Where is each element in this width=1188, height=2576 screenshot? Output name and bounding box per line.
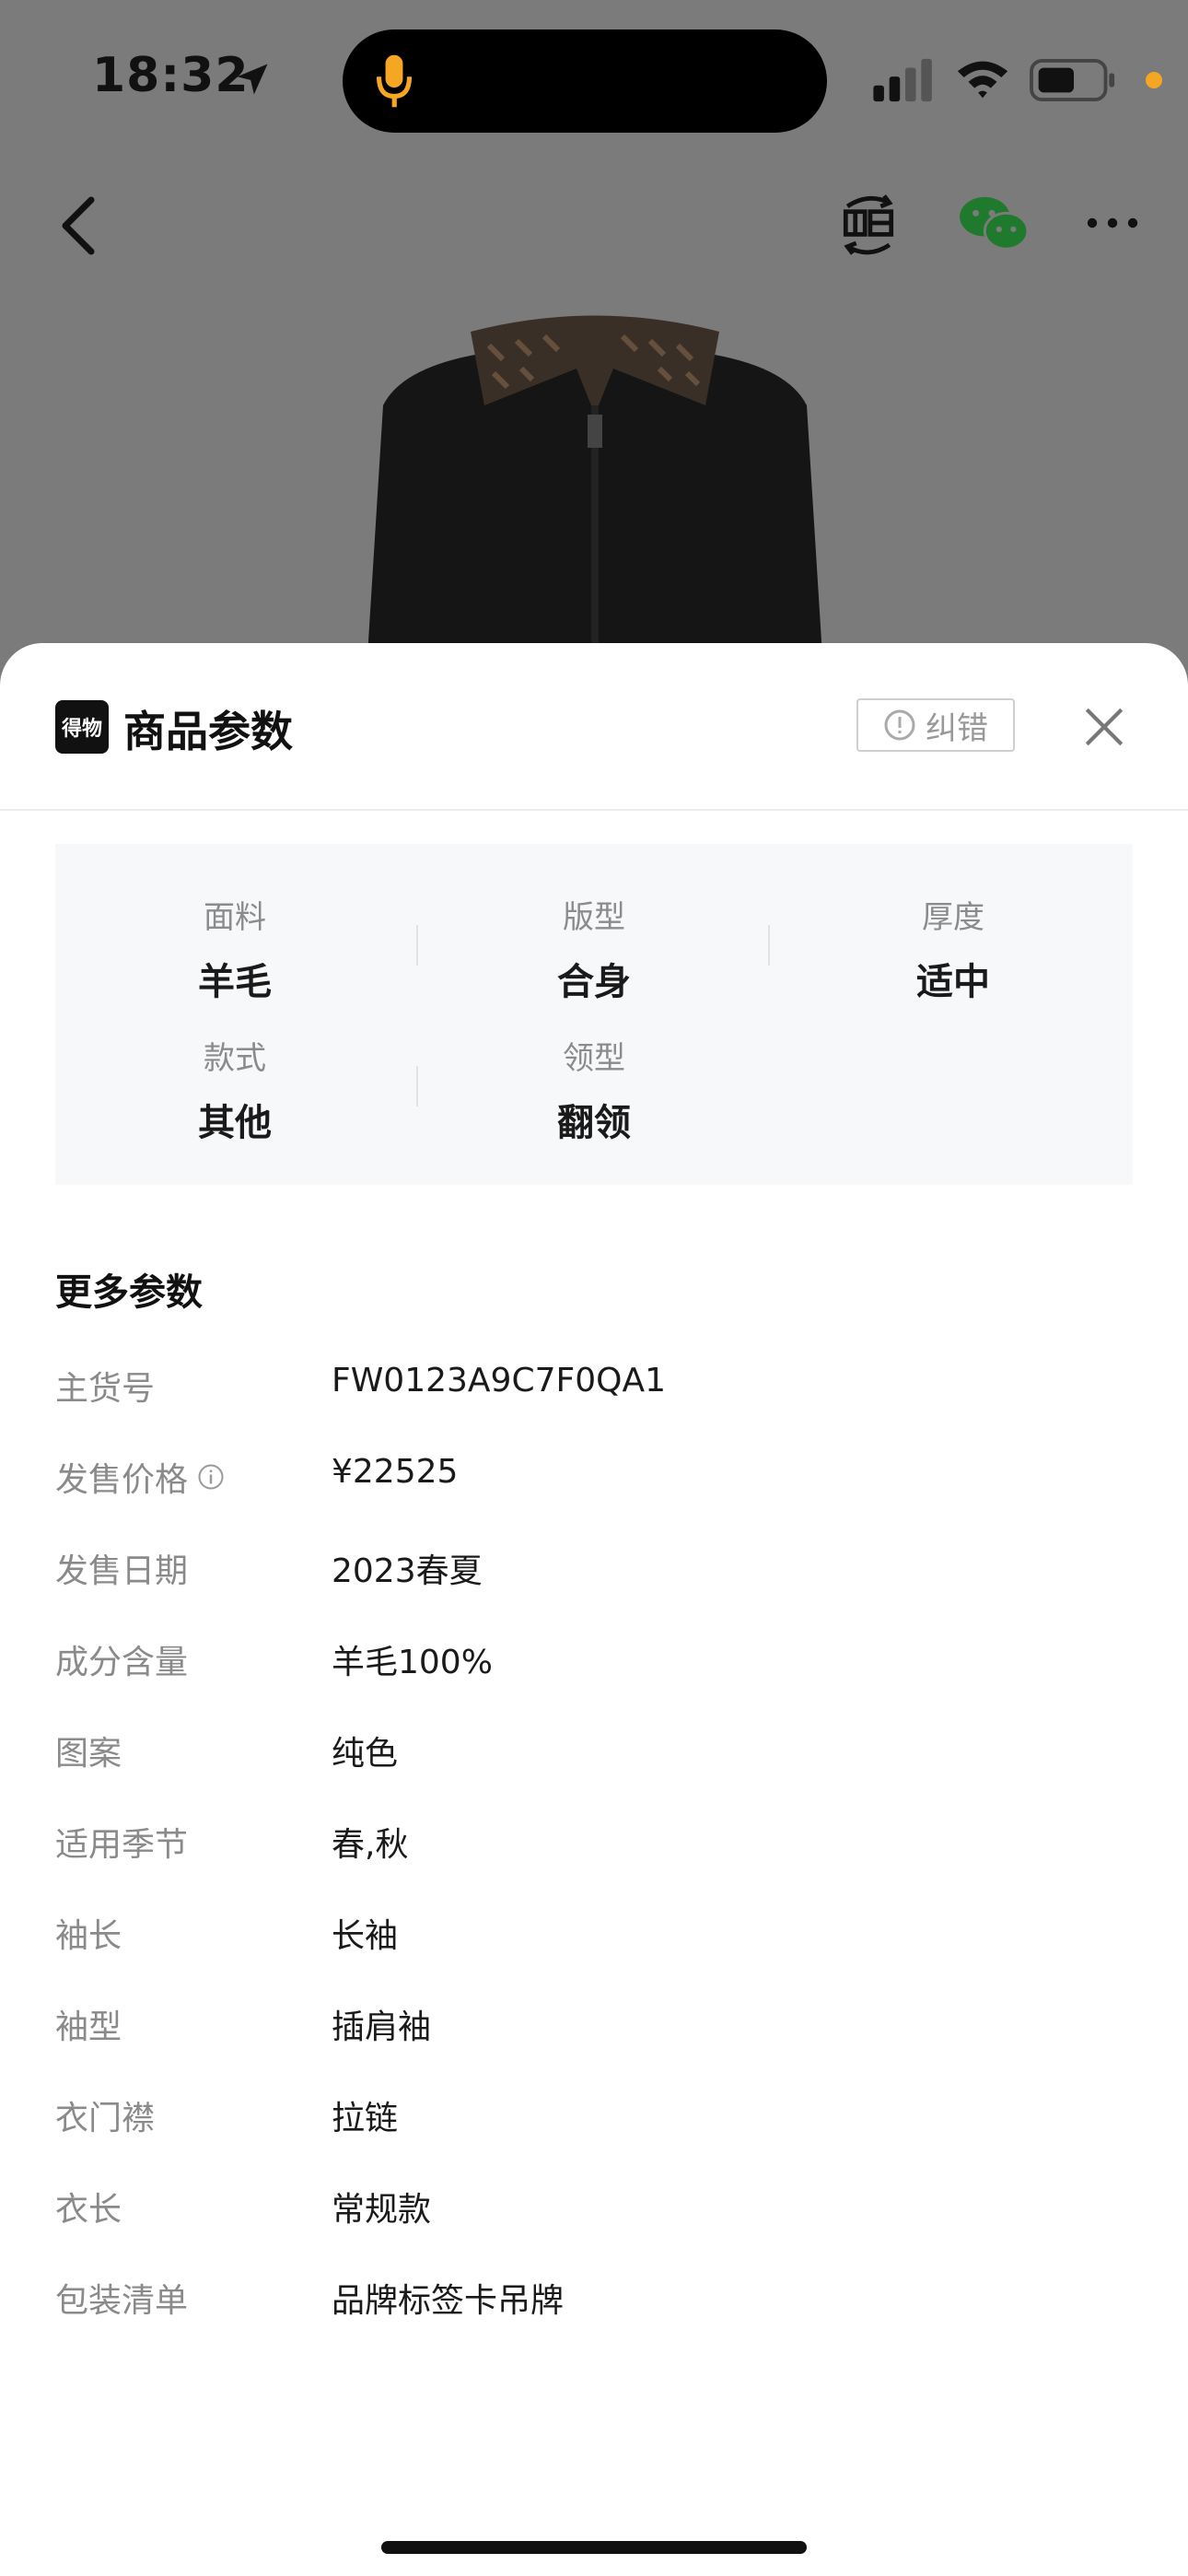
param-label: 包装清单	[55, 2274, 188, 2322]
param-row: 成分含量 羊毛100%	[55, 1635, 1133, 1691]
sheet-title: 商品参数	[123, 707, 293, 756]
battery-icon	[1030, 59, 1115, 101]
back-chevron-icon[interactable]	[55, 193, 101, 258]
spec-collar: 领型 翻领	[414, 1033, 774, 1146]
location-arrow-icon	[237, 64, 268, 95]
param-label: 袖型	[55, 2000, 122, 2048]
product-jacket-image	[365, 315, 825, 700]
home-indicator[interactable]	[381, 2541, 807, 2554]
brand-logo-text: 得物	[61, 718, 102, 741]
spec-fit: 版型 合身	[414, 892, 774, 1005]
param-label-text: 发售价格	[55, 1461, 189, 1499]
param-label-text: 袖型	[55, 2008, 122, 2046]
param-value: 插肩袖	[332, 2008, 432, 2046]
status-bar: 18:32	[0, 0, 1188, 157]
param-label: 发售日期	[55, 1544, 188, 1592]
alert-circle-icon	[884, 709, 915, 741]
param-value: ¥22525	[332, 1453, 459, 1491]
product-params-sheet: 得物 商品参数 纠错 面料 羊毛 版型 合身 厚度 适中 款式 其他 领型 翻领…	[0, 643, 1188, 2576]
param-value: 品牌标签卡吊牌	[332, 2282, 565, 2320]
param-value: 纯色	[332, 1735, 399, 1773]
close-icon[interactable]	[1081, 704, 1127, 750]
spec-divider	[768, 925, 770, 966]
param-label-text: 主货号	[55, 1370, 156, 1408]
microphone-icon	[376, 54, 413, 108]
spec-value: 翻领	[557, 1102, 631, 1144]
param-label-text: 衣门襟	[55, 2100, 156, 2137]
report-error-button[interactable]: 纠错	[856, 698, 1015, 752]
cellular-signal-icon	[873, 58, 932, 102]
param-label-text: 衣长	[55, 2191, 122, 2229]
param-label: 衣门襟	[55, 2091, 155, 2139]
param-label: 图案	[55, 1727, 122, 1774]
param-value: 常规款	[332, 2191, 432, 2229]
more-params-title: 更多参数	[55, 1271, 203, 1314]
status-time: 18:32	[92, 48, 250, 103]
param-value: FW0123A9C7F0QA1	[332, 1362, 666, 1399]
param-label-text: 成分含量	[55, 1644, 189, 1681]
param-value: 2023春夏	[332, 1552, 483, 1590]
report-error-label: 纠错	[926, 709, 988, 747]
spec-fabric: 面料 羊毛	[55, 892, 414, 1005]
param-row: 图案 纯色	[55, 1727, 1133, 1782]
param-label-text: 包装清单	[55, 2282, 189, 2320]
param-label-text: 图案	[55, 1735, 122, 1773]
spec-label: 面料	[204, 899, 266, 936]
param-label: 发售价格	[55, 1453, 225, 1501]
param-label: 袖长	[55, 1909, 122, 1957]
spec-value: 其他	[198, 1102, 272, 1144]
param-label-text: 袖长	[55, 1917, 122, 1955]
param-row: 衣门襟 拉链	[55, 2091, 1133, 2147]
param-label: 主货号	[55, 1362, 155, 1410]
spec-label: 厚度	[922, 899, 984, 936]
param-row: 袖型 插肩袖	[55, 2000, 1133, 2055]
sell-icon[interactable]	[836, 189, 901, 259]
param-row: 包装清单 品牌标签卡吊牌	[55, 2274, 1133, 2329]
spec-label: 领型	[563, 1040, 625, 1077]
param-row: 发售日期 2023春夏	[55, 1544, 1133, 1599]
param-label: 适用季节	[55, 1818, 188, 1866]
spec-thickness: 厚度 适中	[774, 892, 1133, 1005]
spec-label: 款式	[204, 1040, 266, 1077]
param-row: 主货号 FW0123A9C7F0QA1	[55, 1362, 1133, 1417]
param-row: 袖长 长袖	[55, 1909, 1133, 1964]
wifi-icon	[957, 61, 1008, 99]
key-specs-panel: 面料 羊毛 版型 合身 厚度 适中 款式 其他 领型 翻领	[55, 844, 1133, 1185]
privacy-indicator-dot	[1146, 72, 1162, 88]
brand-logo: 得物	[55, 700, 109, 754]
sheet-header: 得物 商品参数 纠错	[0, 643, 1188, 811]
spec-value: 适中	[916, 961, 990, 1003]
param-row: 适用季节 春,秋	[55, 1818, 1133, 1873]
param-label-text: 适用季节	[55, 1826, 189, 1864]
wechat-icon[interactable]	[958, 193, 1030, 254]
info-icon[interactable]	[197, 1463, 225, 1491]
param-value: 春,秋	[332, 1826, 409, 1864]
param-value: 长袖	[332, 1917, 399, 1955]
more-options-icon[interactable]	[1085, 205, 1140, 241]
spec-style: 款式 其他	[55, 1033, 414, 1146]
param-label-text: 发售日期	[55, 1552, 189, 1590]
param-label: 成分含量	[55, 1635, 188, 1683]
param-row: 发售价格 ¥22525	[55, 1453, 1133, 1508]
param-row: 衣长 常规款	[55, 2183, 1133, 2238]
param-label: 衣长	[55, 2183, 122, 2231]
spec-value: 合身	[557, 961, 631, 1003]
param-value: 羊毛100%	[332, 1644, 493, 1681]
param-value: 拉链	[332, 2100, 399, 2137]
spec-value: 羊毛	[198, 961, 272, 1003]
spec-label: 版型	[563, 899, 625, 936]
